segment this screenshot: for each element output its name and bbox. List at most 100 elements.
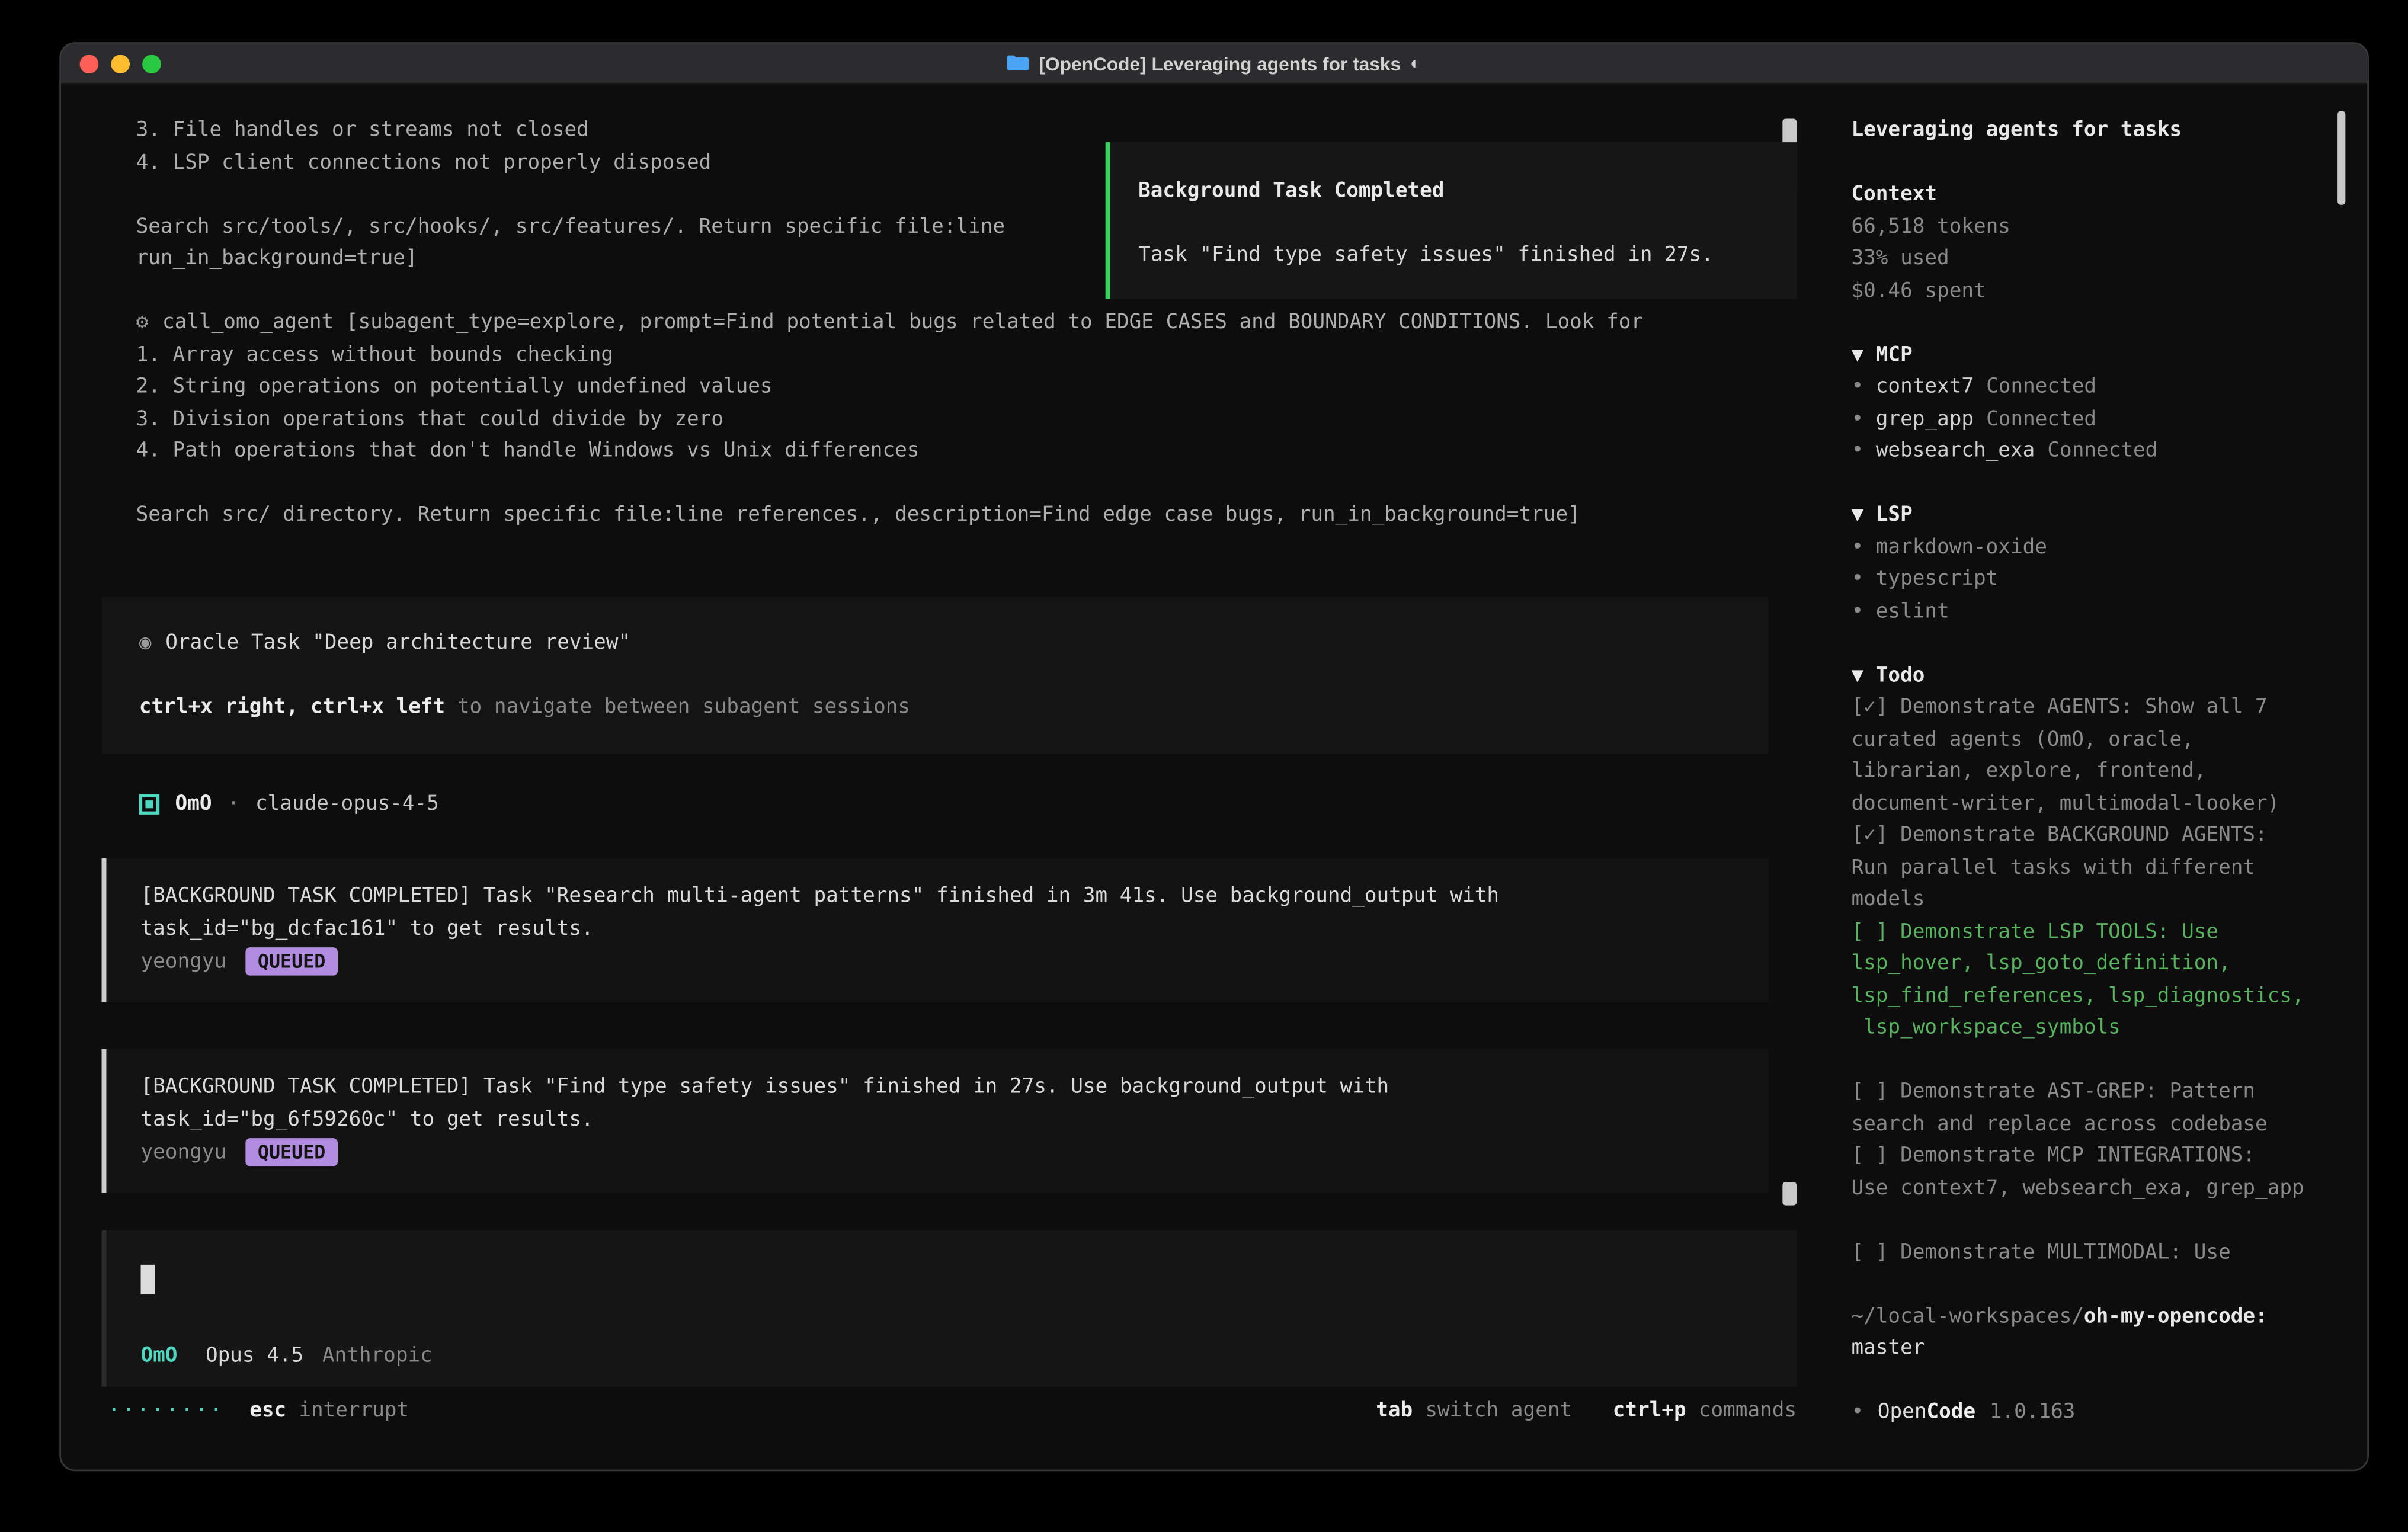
blank-line <box>1851 1270 2336 1302</box>
blank-line <box>139 660 1769 692</box>
todo-line: [ ] Demonstrate LSP TOOLS: Use <box>1851 917 2336 949</box>
background-task-message: [BACKGROUND TASK COMPLETED] Task "Resear… <box>102 858 1769 1002</box>
mcp-item: grep_appConnected <box>1851 404 2336 436</box>
message-meta: yeongyu QUEUED <box>141 946 1769 978</box>
text-cursor <box>141 1265 155 1294</box>
terminal-line: 4. Path operations that don't handle Win… <box>136 436 1828 468</box>
separator-dot: · <box>228 793 240 817</box>
esc-key-hint: esc <box>249 1399 286 1423</box>
tool-call-lines: 1. Array access without bounds checking2… <box>136 340 1828 533</box>
commands-key-hint: ctrl+p <box>1613 1399 1686 1423</box>
record-icon: ◉ <box>139 631 152 655</box>
todo-line: lsp_hover, lsp_goto_definition, <box>1851 949 2336 981</box>
agent-name: OmO <box>175 793 212 817</box>
context-stat: 66,518 tokens <box>1851 212 2336 244</box>
sidebar-scrollbar-thumb[interactable] <box>2337 111 2345 204</box>
prompt-input[interactable]: OmO Opus 4.5 Anthropic <box>102 1230 1797 1387</box>
lsp-item: eslint <box>1851 597 2336 629</box>
blank-line <box>1851 308 2336 340</box>
tool-call-header-text: call_omo_agent [subagent_type=explore, p… <box>162 311 1643 335</box>
queued-badge: QUEUED <box>245 948 338 976</box>
message-list: [BACKGROUND TASK COMPLETED] Task "Resear… <box>102 858 1769 1193</box>
screen: [OpenCode] Leveraging agents for tasks ◐… <box>0 0 2408 1532</box>
message-author: yeongyu <box>141 1141 227 1165</box>
input-meta-row: OmO Opus 4.5 Anthropic <box>141 1344 1763 1368</box>
blank-line <box>1851 1366 2336 1398</box>
terminal-line: Search src/ directory. Return specific f… <box>136 500 1828 532</box>
minimize-button[interactable] <box>111 54 130 73</box>
queued-badge: QUEUED <box>245 1139 338 1167</box>
version-number: 1.0.163 <box>1990 1398 2076 1430</box>
lsp-item: typescript <box>1851 565 2336 597</box>
todo-section-heading[interactable]: ▼ Todo <box>1851 661 2336 693</box>
mcp-section-heading[interactable]: ▼ MCP <box>1851 340 2336 372</box>
folder-icon <box>1008 55 1030 72</box>
todo-line: librarian, explore, frontend, <box>1851 757 2336 789</box>
agent-session-header: OmO · claude-opus-4-5 <box>139 789 1828 821</box>
hint-text: to navigate between subagent sessions <box>445 695 910 719</box>
todo-list: [✓] Demonstrate AGENTS: Show all 7curate… <box>1851 693 2336 1270</box>
todo-line: Run parallel tasks with different <box>1851 853 2336 885</box>
main-scrollbar-thumb-lower[interactable] <box>1782 1182 1797 1206</box>
todo-line <box>1851 1206 2336 1238</box>
window-content: 3. File handles or streams not closed4. … <box>61 85 2367 1470</box>
todo-line: lsp_find_references, lsp_diagnostics, <box>1851 981 2336 1013</box>
tab-key-label: switch agent <box>1425 1399 1572 1423</box>
footer-bullet: • <box>1851 1398 1863 1430</box>
statusbar: ········ esc interrupt tab switch agent … <box>108 1395 1797 1427</box>
esc-key-label: interrupt <box>299 1399 409 1423</box>
todo-line: curated agents (OmO, oracle, <box>1851 725 2336 757</box>
window-controls <box>80 44 161 83</box>
opencode-version: •OpenCode1.0.163 <box>1851 1398 2336 1430</box>
agent-model: claude-opus-4-5 <box>255 793 439 817</box>
background-task-message: [BACKGROUND TASK COMPLETED] Task "Find t… <box>102 1049 1769 1193</box>
tab-key-hint: tab <box>1376 1399 1413 1423</box>
main-pane: 3. File handles or streams not closed4. … <box>61 85 1828 1470</box>
todo-line: models <box>1851 885 2336 917</box>
input-agent-name: OmO <box>141 1344 178 1368</box>
window-title-text: [OpenCode] Leveraging agents for tasks <box>1039 52 1401 74</box>
close-button[interactable] <box>80 54 99 73</box>
oracle-task-panel: ◉Oracle Task "Deep architecture review" … <box>102 597 1769 753</box>
mcp-list: context7Connectedgrep_appConnectedwebsea… <box>1851 372 2336 468</box>
lsp-section-heading[interactable]: ▼ LSP <box>1851 500 2336 532</box>
oracle-title-line: ◉ Oracle Task "Deep architecture review" <box>139 628 1769 660</box>
mcp-item: websearch_exaConnected <box>1851 436 2336 468</box>
lsp-list: markdown-oxidetypescripteslint <box>1851 533 2336 629</box>
lsp-item: markdown-oxide <box>1851 533 2336 565</box>
agent-icon <box>139 794 159 815</box>
gear-icon: ⚙ <box>136 311 149 335</box>
workspace-path: ~/local-workspaces/oh-my-opencode: <box>1851 1302 2336 1334</box>
workspace-path-name: oh-my-opencode: <box>2084 1305 2268 1328</box>
zoom-button[interactable] <box>142 54 161 73</box>
message-author: yeongyu <box>141 950 227 974</box>
message-line-2: task_id="bg_6f59260c" to get results. <box>141 1104 1769 1136</box>
session-title: Leveraging agents for tasks <box>1851 116 2336 148</box>
spinner-dots: ········ <box>108 1399 225 1423</box>
message-meta: yeongyu QUEUED <box>141 1136 1769 1168</box>
sidebar: Leveraging agents for tasks Context 66,5… <box>1828 85 2367 1470</box>
mcp-item: context7Connected <box>1851 372 2336 404</box>
brand-code: Code <box>1926 1398 1975 1430</box>
context-stat: 33% used <box>1851 244 2336 276</box>
workspace-path-prefix: ~/local-workspaces/ <box>1851 1305 2083 1328</box>
todo-line: lsp_workspace_symbols <box>1851 1013 2336 1045</box>
input-provider: Anthropic <box>322 1344 433 1368</box>
oracle-title-text: Oracle Task "Deep architecture review" <box>165 631 630 655</box>
todo-line: search and replace across codebase <box>1851 1109 2336 1141</box>
task-completed-toast: Background Task Completed Task "Find typ… <box>1106 142 1797 299</box>
todo-line: document-writer, multimodal-looker) <box>1851 789 2336 821</box>
todo-line: Use context7, websearch_exa, grep_app <box>1851 1173 2336 1205</box>
todo-line <box>1851 1045 2336 1077</box>
tool-call-header: ⚙ call_omo_agent [subagent_type=explore, … <box>136 308 1828 340</box>
titlebar: [OpenCode] Leveraging agents for tasks ◐ <box>61 44 2367 85</box>
terminal-line: 2. String operations on potentially unde… <box>136 372 1828 404</box>
blank-line <box>1851 148 2336 180</box>
blank-line <box>1851 468 2336 500</box>
terminal-line: 1. Array access without bounds checking <box>136 340 1828 372</box>
tool-call-block: ⚙ call_omo_agent [subagent_type=explore, … <box>136 308 1828 533</box>
terminal-window: [OpenCode] Leveraging agents for tasks ◐… <box>59 42 2369 1471</box>
terminal-line: 3. Division operations that could divide… <box>136 404 1828 436</box>
context-stat: $0.46 spent <box>1851 276 2336 308</box>
commands-key-label: commands <box>1699 1399 1797 1423</box>
